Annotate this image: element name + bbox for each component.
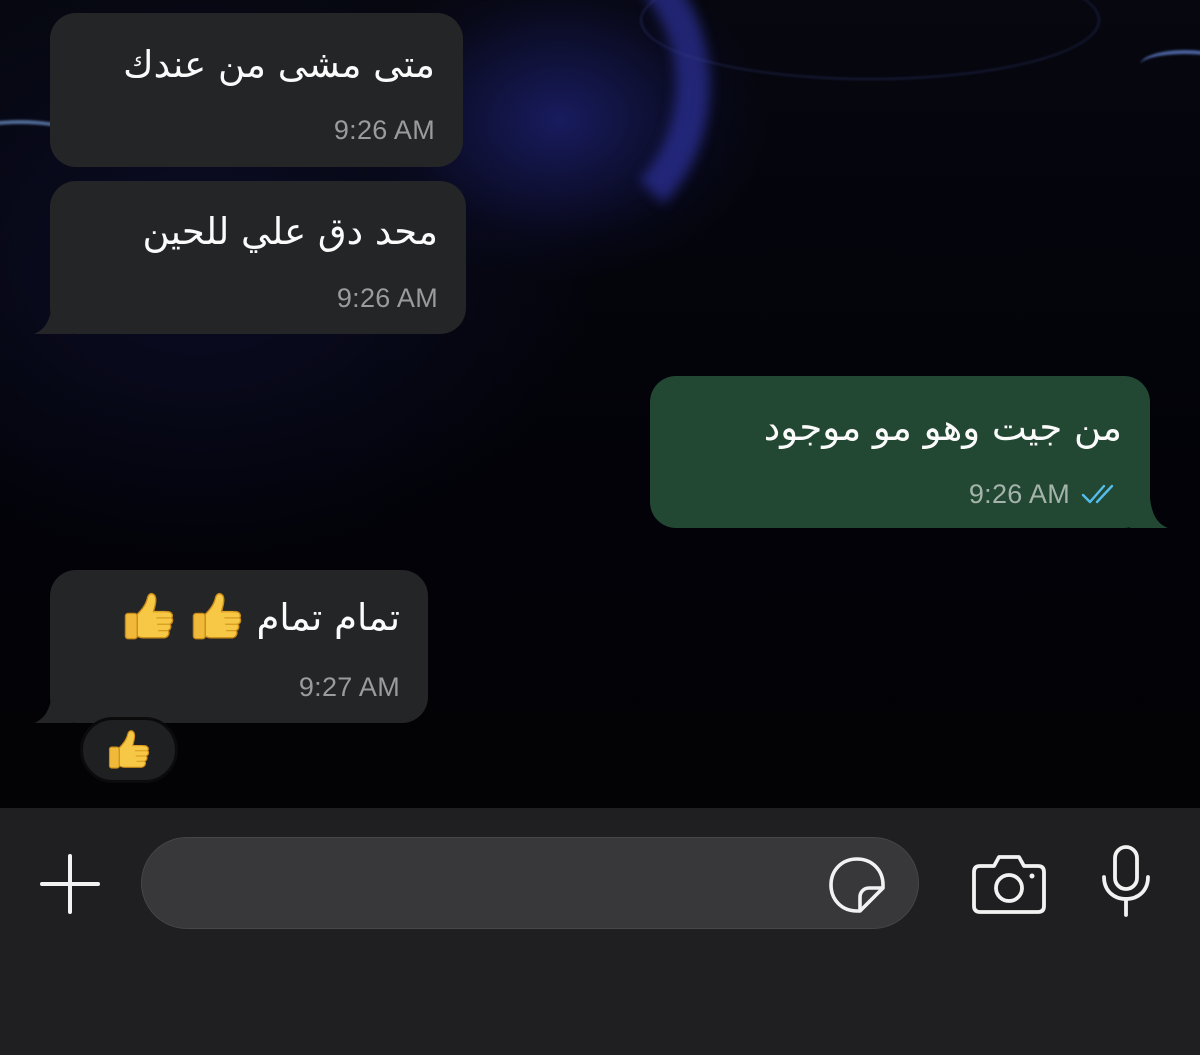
sticker-icon[interactable] [827, 855, 887, 915]
message-text: محد دق علي للحين [142, 210, 439, 253]
wallpaper-light-streak [640, 0, 1100, 80]
thumbs-up-emoji [105, 726, 153, 774]
message-content: تمام تمام [120, 588, 400, 646]
microphone-icon[interactable] [1096, 843, 1156, 919]
wallpaper-light-streak [1140, 50, 1200, 80]
message-input-field[interactable] [141, 837, 919, 929]
incoming-message-bubble[interactable]: تمام تمام 9:27 AM [50, 570, 428, 723]
chat-area[interactable]: متى مشى من عندك 9:26 AM محد دق علي للحين… [0, 0, 1200, 808]
message-text: من جيت وهو مو موجود [763, 406, 1122, 449]
incoming-message-bubble[interactable]: محد دق علي للحين 9:26 AM [50, 181, 466, 334]
thumbs-up-emoji [120, 588, 178, 646]
incoming-message-bubble[interactable]: متى مشى من عندك 9:26 AM [50, 13, 463, 167]
camera-icon[interactable] [970, 852, 1048, 916]
message-timestamp: 9:26 AM [968, 479, 1070, 509]
message-timestamp: 9:26 AM [333, 115, 435, 145]
double-check-icon [1081, 484, 1114, 504]
message-reaction[interactable] [80, 717, 178, 783]
plus-icon[interactable] [38, 852, 102, 916]
message-timestamp: 9:26 AM [336, 283, 438, 313]
message-text: متى مشى من عندك [123, 43, 435, 86]
outgoing-message-bubble[interactable]: من جيت وهو مو موجود 9:26 AM [650, 376, 1150, 528]
message-timestamp: 9:27 AM [298, 672, 400, 702]
message-text: تمام تمام [256, 595, 400, 639]
message-input[interactable] [178, 838, 818, 928]
thumbs-up-emoji [188, 588, 246, 646]
